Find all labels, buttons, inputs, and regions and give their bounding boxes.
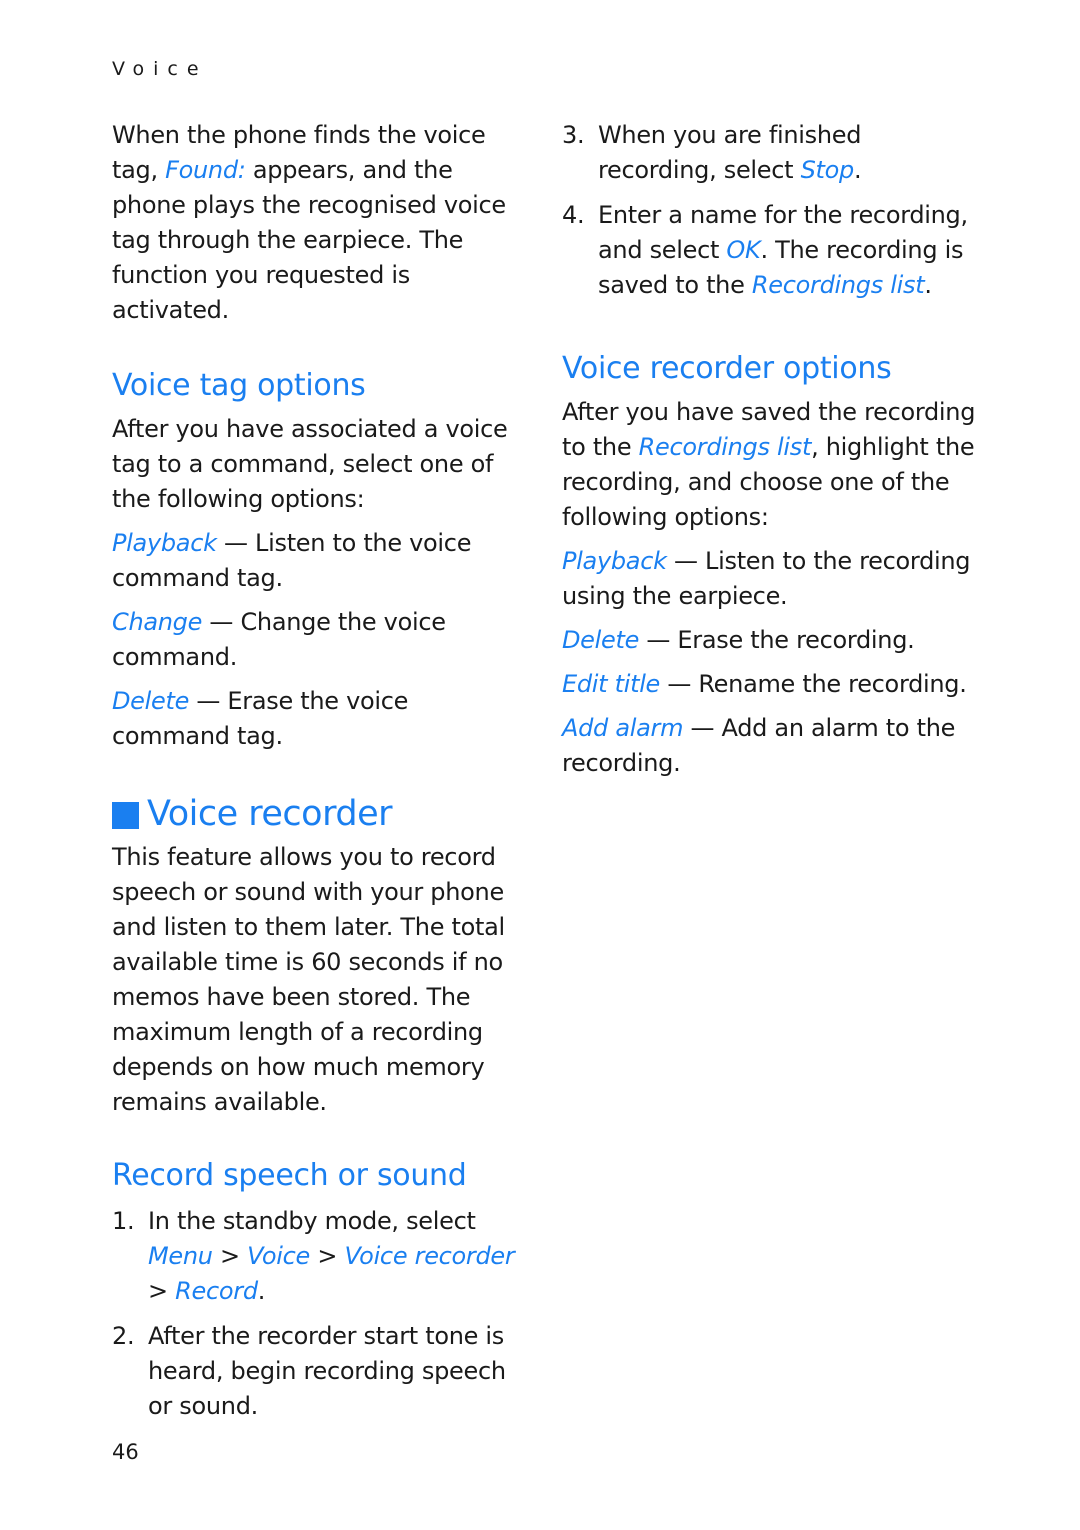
- ok-term: OK: [726, 236, 761, 264]
- option-term: Change: [112, 608, 203, 636]
- intro-paragraph: When the phone finds the voice tag, Foun…: [112, 118, 522, 328]
- voice-tag-options-heading: Voice tag options: [112, 368, 366, 403]
- option-playback: Playback — Listen to the voice command t…: [112, 526, 522, 596]
- recordings-list-term: Recordings list: [638, 433, 812, 461]
- option-edit-title: Edit title — Rename the recording.: [562, 667, 982, 702]
- option-change: Change — Change the voice command.: [112, 605, 522, 675]
- voice-recorder-options-heading: Voice recorder options: [562, 351, 892, 386]
- page-number: 46: [112, 1440, 139, 1464]
- option-term: Delete: [562, 626, 640, 654]
- step-text: When you are finished recording, select …: [598, 121, 862, 184]
- option-term: Playback: [112, 529, 217, 557]
- step-text: After the recorder start tone is heard, …: [148, 1322, 506, 1420]
- step-number: 1.: [112, 1207, 135, 1235]
- menu-path-voice: Voice: [247, 1242, 310, 1270]
- step-number: 2.: [112, 1322, 135, 1350]
- voice-recorder-options-intro: After you have saved the recording to th…: [562, 398, 976, 531]
- option-term: Edit title: [562, 670, 661, 698]
- option-desc: — Rename the recording.: [660, 670, 967, 698]
- menu-path-menu: Menu: [148, 1242, 213, 1270]
- option-term: Playback: [562, 547, 667, 575]
- voice-tag-options-intro: After you have associated a voice tag to…: [112, 415, 508, 513]
- step-4: 4. Enter a name for the recording, and s…: [562, 198, 982, 303]
- option-add-alarm: Add alarm — Add an alarm to the recordin…: [562, 711, 982, 781]
- right-column: 3. When you are finished recording, sele…: [562, 118, 982, 781]
- option-delete: Delete — Erase the recording.: [562, 623, 982, 658]
- menu-path-record: Record: [175, 1277, 258, 1305]
- voice-recorder-body: This feature allows you to record speech…: [112, 843, 505, 1116]
- found-term: Found:: [165, 156, 246, 184]
- step-number: 4.: [562, 201, 585, 229]
- option-term: Add alarm: [562, 714, 684, 742]
- stop-term: Stop: [800, 156, 855, 184]
- step-text: In the standby mode, select Menu > Voice…: [148, 1207, 515, 1305]
- step-number: 3.: [562, 121, 585, 149]
- left-column: When the phone finds the voice tag, Foun…: [112, 118, 522, 1424]
- step-3: 3. When you are finished recording, sele…: [562, 118, 982, 188]
- running-head: Voice: [112, 58, 208, 80]
- square-bullet-icon: [112, 801, 139, 829]
- record-speech-heading: Record speech or sound: [112, 1158, 467, 1193]
- step-1: 1. In the standby mode, select Menu > Vo…: [112, 1204, 522, 1309]
- step-text: Enter a name for the recording, and sele…: [598, 201, 968, 299]
- step-2: 2. After the recorder start tone is hear…: [112, 1319, 522, 1424]
- option-playback: Playback — Listen to the recording using…: [562, 544, 982, 614]
- voice-recorder-title: Voice recorder: [147, 794, 393, 834]
- voice-recorder-heading: Voice recorder: [112, 792, 522, 836]
- menu-path-voice-recorder: Voice recorder: [344, 1242, 515, 1270]
- option-term: Delete: [112, 687, 190, 715]
- option-desc: — Erase the recording.: [639, 626, 915, 654]
- recordings-list-term: Recordings list: [751, 271, 925, 299]
- option-delete: Delete — Erase the voice command tag.: [112, 684, 522, 754]
